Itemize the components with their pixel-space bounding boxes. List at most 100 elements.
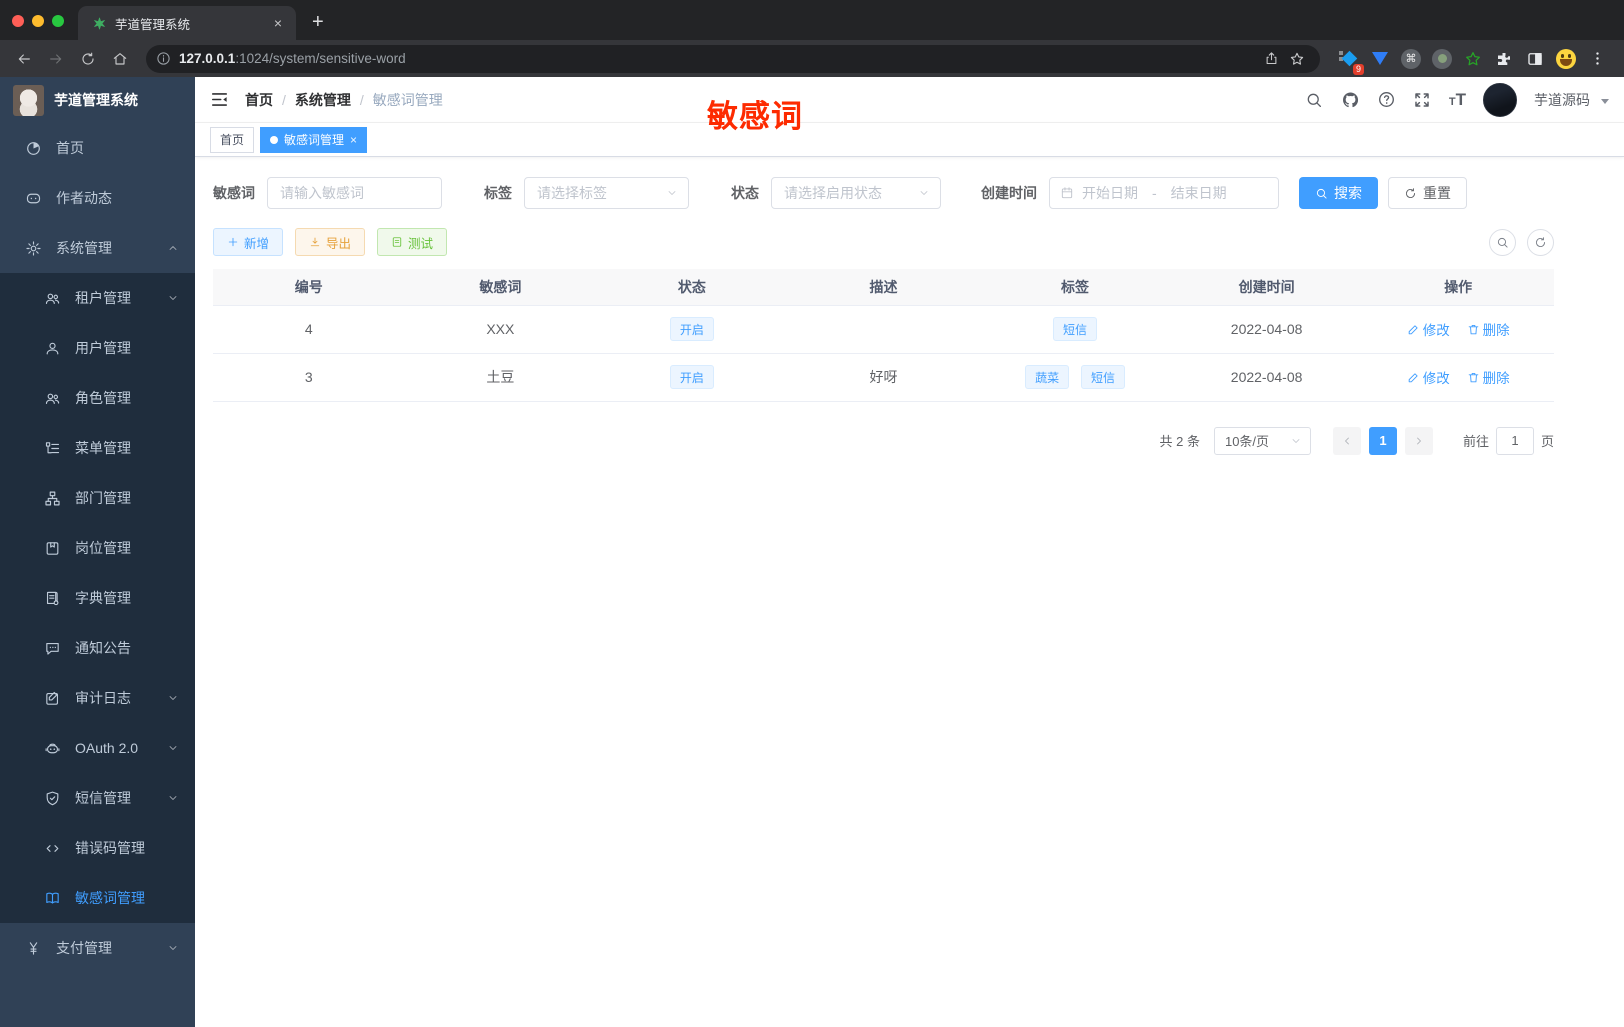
goto-unit: 页 [1540, 434, 1554, 449]
prev-page-button[interactable] [1332, 426, 1361, 455]
page-number-button[interactable]: 1 [1368, 426, 1397, 455]
breadcrumb-home[interactable]: 首页 [245, 90, 273, 110]
address-bar[interactable]: 127.0.0.1:1024/system/sensitive-word [146, 44, 1320, 73]
header-search-icon[interactable] [1305, 90, 1324, 109]
browser-menu-icon[interactable] [1586, 48, 1608, 70]
sidebar-collapse-icon[interactable] [210, 90, 229, 109]
sidebar-item-sensitive-word[interactable]: 敏感词管理 [0, 873, 195, 923]
delete-link[interactable]: 删除 [1467, 319, 1510, 339]
minimize-window-button[interactable] [32, 15, 44, 27]
tag-filter-select[interactable]: 请选择标签 [524, 177, 689, 209]
chevron-down-icon [920, 191, 928, 195]
test-button[interactable]: 测试 [377, 228, 448, 256]
fullscreen-icon[interactable] [1413, 90, 1432, 109]
extensions-area: 9 ⌘ [1332, 48, 1614, 75]
red-annotation-text: 敏感词 [707, 99, 803, 134]
extensions-puzzle-icon[interactable] [1493, 48, 1515, 70]
export-button-label: 导出 [326, 236, 352, 251]
browser-tab[interactable]: 芋道管理系统 × [78, 6, 296, 40]
new-tab-button[interactable]: + [296, 11, 324, 40]
add-button[interactable]: 新增 [213, 228, 284, 256]
reset-button[interactable]: 重置 [1388, 177, 1467, 209]
role-icon [45, 393, 60, 404]
col-actions: 操作 [1362, 269, 1554, 305]
delete-link[interactable]: 删除 [1467, 367, 1510, 387]
next-page-button[interactable] [1404, 426, 1433, 455]
select-placeholder: 请选择启用状态 [784, 185, 882, 201]
extension-filter-icon[interactable] [1369, 48, 1391, 70]
close-window-button[interactable] [12, 15, 24, 27]
table-header-row: 编号 敏感词 状态 描述 标签 创建时间 操作 [213, 269, 1554, 305]
help-icon[interactable] [1377, 90, 1396, 109]
sidebar-item-dict[interactable]: 字典管理 [0, 573, 195, 623]
breadcrumb-system[interactable]: 系统管理 [295, 90, 351, 110]
trash-icon [1468, 324, 1478, 334]
site-info-icon[interactable] [156, 51, 171, 66]
table-row: 3 土豆 开启 好呀 蔬菜 短信 2022-04-08 修改 删除 [213, 353, 1554, 402]
delete-link-label: 删除 [1482, 371, 1510, 386]
sidebar-item-tenant[interactable]: 租户管理 [0, 273, 195, 323]
table-mini-tools [1489, 228, 1554, 256]
toggle-search-icon[interactable] [1489, 228, 1516, 256]
home-icon[interactable] [106, 45, 134, 73]
reload-icon[interactable] [74, 45, 102, 73]
sidebar-item-label: 部门管理 [75, 490, 131, 506]
sidebar-item-label: 作者动态 [56, 190, 112, 206]
word-filter-input[interactable] [267, 177, 442, 209]
cell-id: 4 [213, 304, 405, 354]
tab-close-icon[interactable]: × [270, 15, 286, 31]
extension-command-icon[interactable]: ⌘ [1400, 48, 1422, 70]
sidebar-item-user[interactable]: 用户管理 [0, 323, 195, 373]
sidebar-item-label: 敏感词管理 [75, 890, 145, 906]
refresh-table-icon[interactable] [1527, 228, 1554, 256]
page-size-select[interactable]: 10条/页 [1213, 426, 1311, 455]
sidebar-item-notice[interactable]: 通知公告 [0, 623, 195, 673]
sidebar-item-audit-log[interactable]: 审计日志 [0, 673, 195, 723]
tag-close-icon[interactable]: × [350, 133, 357, 147]
edit-link[interactable]: 修改 [1407, 367, 1450, 387]
status-filter-select[interactable]: 请选择启用状态 [771, 177, 941, 209]
tags-view-sensitive-word[interactable]: 敏感词管理 × [260, 126, 368, 153]
goto-page-input[interactable] [1495, 426, 1534, 455]
sidebar-item-author-news[interactable]: 作者动态 [0, 173, 195, 223]
sidebar-item-menu[interactable]: 菜单管理 [0, 423, 195, 473]
sidebar-item-pay[interactable]: 支付管理 [0, 923, 195, 973]
extension-diamond-icon[interactable]: 9 [1338, 48, 1364, 75]
sidebar-item-label: 岗位管理 [75, 540, 131, 556]
extension-record-icon[interactable] [1431, 48, 1453, 70]
sidebar-item-dept[interactable]: 部门管理 [0, 473, 195, 523]
bookmark-star-icon[interactable] [1284, 46, 1310, 72]
sidebar-item-role[interactable]: 角色管理 [0, 373, 195, 423]
font-size-icon[interactable]: TT [1449, 91, 1466, 108]
forward-icon[interactable] [42, 45, 70, 73]
extension-green-star-icon[interactable] [1462, 48, 1484, 70]
sidebar-item-system[interactable]: 系统管理 [0, 223, 195, 273]
date-range-picker[interactable]: 开始日期 - 结束日期 [1049, 177, 1279, 209]
sidebar-item-home[interactable]: 首页 [0, 123, 195, 173]
edit-link[interactable]: 修改 [1407, 319, 1450, 339]
share-icon[interactable] [1258, 46, 1284, 72]
user-menu-caret-icon[interactable] [1601, 98, 1609, 104]
tags-view-home[interactable]: 首页 [210, 126, 255, 153]
tags-view-bar: 首页 敏感词管理 × [195, 123, 1624, 157]
tag-badge: 短信 [1080, 365, 1125, 389]
sidebar-item-label: 用户管理 [75, 340, 131, 356]
split-view-icon[interactable] [1524, 48, 1546, 70]
sidebar-item-oauth[interactable]: OAuth 2.0 [0, 723, 195, 773]
export-button[interactable]: 导出 [295, 228, 366, 256]
gear-icon [26, 240, 41, 256]
user-icon [46, 342, 59, 354]
github-icon[interactable] [1341, 90, 1360, 109]
zoom-window-button[interactable] [52, 15, 64, 27]
sidebar-item-sms[interactable]: 短信管理 [0, 773, 195, 823]
sidebar-item-label: 首页 [56, 140, 84, 156]
search-button[interactable]: 搜索 [1299, 177, 1378, 209]
app-logo: 芋道管理系统 [0, 77, 195, 123]
sidebar-item-post[interactable]: 岗位管理 [0, 523, 195, 573]
back-icon[interactable] [10, 45, 38, 73]
user-avatar[interactable] [1483, 82, 1517, 117]
edit-link-label: 修改 [1422, 323, 1450, 338]
sidebar-item-error-code[interactable]: 错误码管理 [0, 823, 195, 873]
emoji-profile-icon[interactable] [1555, 48, 1577, 70]
chevron-up-icon [169, 246, 177, 250]
